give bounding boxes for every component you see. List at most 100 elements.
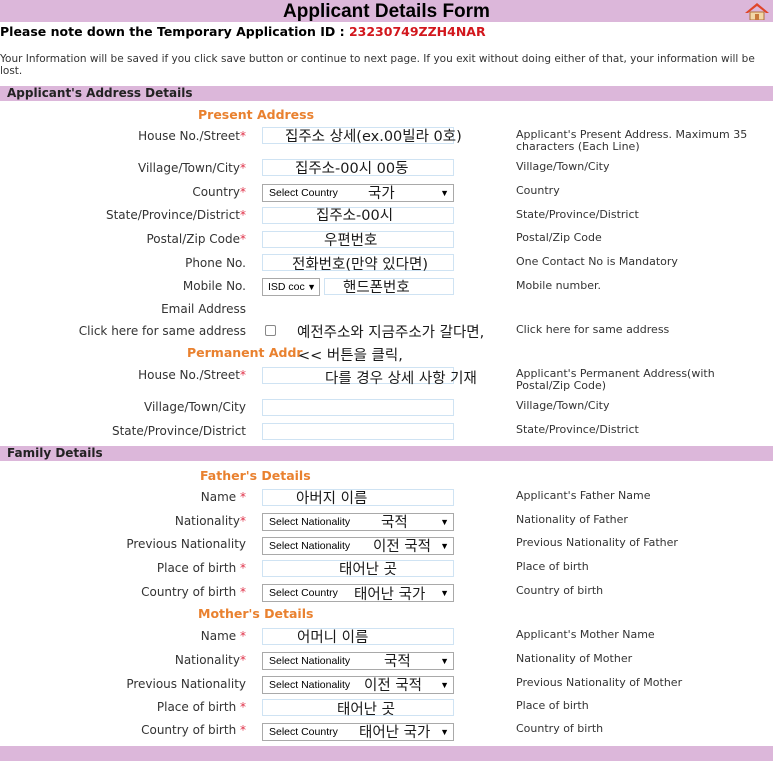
application-id: 23230749ZZH4NAR xyxy=(348,24,486,39)
present-village-help: Village/Town/City xyxy=(516,160,610,173)
permanent-village-label: Village/Town/City xyxy=(144,400,246,414)
father-birth-country-help: Country of birth xyxy=(516,584,604,597)
present-state-label-text: State/Province/District xyxy=(105,208,240,222)
annotation-same-line3: 다를 경우 상세 사항 기재 xyxy=(325,371,477,387)
annotation-mother-prev: 이전 국적 xyxy=(364,678,422,694)
mother-name-label-text: Name xyxy=(200,629,237,643)
same-address-checkbox[interactable] xyxy=(265,325,276,336)
dropdown-arrow-icon: ▼ xyxy=(440,588,449,598)
mother-details-title: Mother's Details xyxy=(198,606,314,621)
mother-name-help: Applicant's Mother Name xyxy=(516,628,655,641)
present-village-label-text: Village/Town/City xyxy=(138,161,240,175)
required-mark: * xyxy=(240,368,246,382)
mother-nationality-label: Nationality* xyxy=(175,653,246,667)
mother-nationality-label-text: Nationality xyxy=(174,653,240,667)
annotation-father-nationality: 국적 xyxy=(381,515,408,531)
mother-birth-country-value: Select Country xyxy=(269,726,338,738)
annotation-mother-place: 태어난 곳 xyxy=(337,702,395,718)
father-details-title: Father's Details xyxy=(200,468,311,483)
required-mark: * xyxy=(236,561,246,575)
save-info-text: Your Information will be saved if you cl… xyxy=(0,53,755,77)
annotation-father-country: 태어난 국가 xyxy=(354,587,426,603)
present-house-label-text: House No./Street xyxy=(138,129,240,143)
father-birth-place-label: Place of birth * xyxy=(157,561,246,575)
required-mark: * xyxy=(240,129,246,143)
form-title-bar: Applicant Details Form xyxy=(0,0,773,22)
isd-code-select[interactable]: ISD coc ▼ xyxy=(262,278,320,296)
dropdown-arrow-icon: ▼ xyxy=(440,541,449,551)
present-country-select[interactable]: Select Country ▼ xyxy=(262,184,454,202)
annotation-present-village: 집주소-00시 00동 xyxy=(295,161,409,177)
present-mobile-help: Mobile number. xyxy=(516,279,601,292)
annotation-present-phone: 전화번호(만약 있다면) xyxy=(292,257,428,273)
father-name-label: Name * xyxy=(201,490,246,504)
father-prev-nationality-value: Select Nationality xyxy=(269,540,351,552)
father-nationality-value: Select Nationality xyxy=(269,516,351,528)
annotation-present-mobile: 핸드폰번호 xyxy=(343,280,410,296)
mother-birth-place-label: Place of birth * xyxy=(157,700,246,714)
annotation-present-postal: 우편번호 xyxy=(324,233,378,249)
mother-birth-place-help: Place of birth xyxy=(516,699,589,712)
present-postal-help: Postal/Zip Code xyxy=(516,231,602,244)
present-house-help: Applicant's Present Address. Maximum 35 … xyxy=(516,128,748,153)
father-name-help: Applicant's Father Name xyxy=(516,489,651,502)
permanent-house-label: House No./Street* xyxy=(138,368,246,382)
father-birth-country-value: Select Country xyxy=(269,587,338,599)
present-country-select-value: Select Country xyxy=(269,187,338,199)
dropdown-arrow-icon: ▼ xyxy=(440,727,449,737)
temp-application-note: Please note down the Temporary Applicati… xyxy=(0,24,486,39)
annotation-present-house: 집주소 상세(ex.00빌라 0호) xyxy=(285,129,462,145)
permanent-village-input[interactable] xyxy=(262,399,454,416)
present-postal-label-text: Postal/Zip Code xyxy=(146,232,240,246)
annotation-same-line2: << 버튼을 클릭, xyxy=(298,348,403,364)
home-icon[interactable] xyxy=(744,2,770,20)
permanent-house-help: Applicant's Permanent Address(with Posta… xyxy=(516,367,715,392)
permanent-state-input[interactable] xyxy=(262,423,454,440)
father-nationality-label: Nationality* xyxy=(175,514,246,528)
mother-prev-nationality-help: Previous Nationality of Mother xyxy=(516,676,683,689)
present-mobile-label: Mobile No. xyxy=(182,279,246,293)
mother-birth-country-label: Country of birth * xyxy=(141,723,246,737)
required-mark: * xyxy=(240,514,246,528)
annotation-mother-country: 태어난 국가 xyxy=(359,725,431,741)
father-prev-nationality-label: Previous Nationality xyxy=(126,537,246,551)
father-nationality-label-text: Nationality xyxy=(174,514,240,528)
permanent-state-label: State/Province/District xyxy=(111,424,246,438)
mother-name-label: Name * xyxy=(201,629,246,643)
mother-birth-country-label-text: Country of birth xyxy=(141,723,237,737)
mother-prev-nationality-value: Select Nationality xyxy=(269,679,351,691)
dropdown-arrow-icon: ▼ xyxy=(440,680,449,690)
dropdown-arrow-icon: ▼ xyxy=(440,517,449,527)
mother-prev-nationality-label: Previous Nationality xyxy=(126,677,246,691)
required-mark: * xyxy=(236,700,246,714)
section-address-title: Applicant's Address Details xyxy=(7,86,193,100)
required-mark: * xyxy=(236,490,246,504)
mother-nationality-value: Select Nationality xyxy=(269,655,351,667)
present-state-help: State/Province/District xyxy=(516,208,639,221)
present-phone-label: Phone No. xyxy=(185,256,246,270)
note-prefix: Please note down the Temporary Applicati… xyxy=(0,24,349,39)
mother-nationality-select[interactable]: Select Nationality ▼ xyxy=(262,652,454,670)
father-birth-place-label-text: Place of birth xyxy=(156,561,237,575)
dropdown-arrow-icon: ▼ xyxy=(440,656,449,666)
father-prev-nationality-help: Previous Nationality of Father xyxy=(516,536,678,549)
mother-prev-nationality-select[interactable]: Select Nationality ▼ xyxy=(262,676,454,694)
mother-birth-country-help: Country of birth xyxy=(516,722,604,735)
same-address-help: Click here for same address xyxy=(516,323,670,336)
mother-birth-place-label-text: Place of birth xyxy=(156,700,237,714)
father-birth-place-help: Place of birth xyxy=(516,560,589,573)
annotation-present-country: 국가 xyxy=(368,186,395,202)
father-nationality-help: Nationality of Father xyxy=(516,513,628,526)
present-country-label-text: Country xyxy=(192,185,240,199)
annotation-father-prev: 이전 국적 xyxy=(373,539,431,555)
required-mark: * xyxy=(240,653,246,667)
present-postal-label: Postal/Zip Code* xyxy=(146,232,246,246)
same-address-label: Click here for same address xyxy=(78,324,246,338)
mother-nationality-help: Nationality of Mother xyxy=(516,652,633,665)
required-mark: * xyxy=(236,629,246,643)
father-nationality-select[interactable]: Select Nationality ▼ xyxy=(262,513,454,531)
annotation-mother-name: 어머니 이름 xyxy=(297,630,369,646)
present-village-label: Village/Town/City* xyxy=(138,161,246,175)
required-mark: * xyxy=(236,585,246,599)
present-country-label: Country* xyxy=(192,185,246,199)
